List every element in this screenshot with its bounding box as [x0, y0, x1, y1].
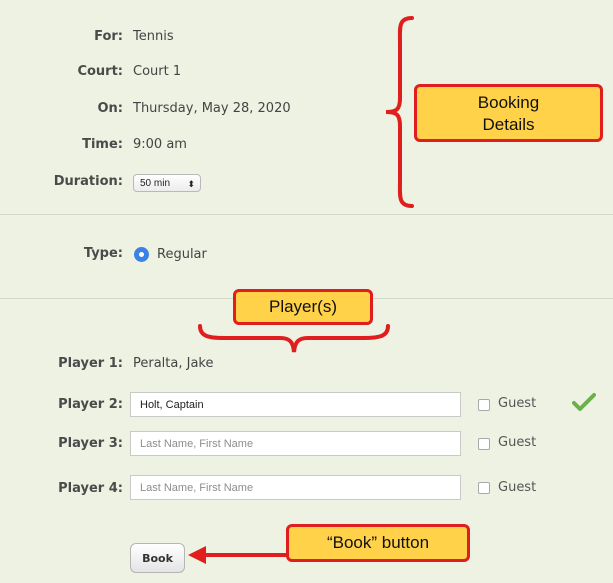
player-3-guest-label: Guest [498, 435, 537, 450]
book-button-callout: “Book” button [286, 524, 470, 562]
player-2-label: Player 2: [58, 397, 123, 412]
player-1-value: Peralta, Jake [133, 356, 214, 371]
player-4-label: Player 4: [58, 481, 123, 496]
players-brace [198, 324, 390, 353]
players-callout-text: Player(s) [268, 297, 337, 316]
booking-details-callout-line1: Booking [477, 93, 540, 112]
duration-select[interactable]: 50 min ⬍ [133, 174, 201, 192]
arrow-left-icon [188, 546, 290, 564]
for-label: For: [94, 29, 123, 44]
duration-label: Duration: [53, 174, 123, 189]
select-arrows-icon: ⬍ [187, 179, 195, 189]
player-3-guest-checkbox[interactable] [478, 438, 490, 450]
player-4-guest-label: Guest [498, 480, 537, 495]
player-2-input[interactable] [130, 392, 461, 417]
player-1-label: Player 1: [58, 356, 123, 371]
section-divider-1 [0, 214, 613, 215]
booking-details-callout-line2: Details [482, 115, 535, 134]
player-2-guest-label: Guest [498, 396, 537, 411]
time-label: Time: [82, 137, 123, 152]
time-value: 9:00 am [133, 137, 187, 152]
type-label: Type: [83, 246, 123, 261]
player-3-input[interactable] [130, 431, 461, 456]
book-button-callout-text: “Book” button [326, 533, 430, 552]
type-regular-label: Regular [157, 247, 207, 262]
player-4-input[interactable] [130, 475, 461, 500]
type-regular-radio[interactable] [134, 247, 149, 262]
booking-details-callout: Booking Details [414, 84, 603, 142]
date-label: On: [97, 101, 123, 116]
book-button[interactable]: Book [130, 543, 185, 573]
for-value: Tennis [133, 29, 174, 44]
player-2-guest-checkbox[interactable] [478, 399, 490, 411]
player-4-guest-checkbox[interactable] [478, 482, 490, 494]
player-3-label: Player 3: [58, 436, 123, 451]
duration-select-value: 50 min [140, 178, 171, 189]
court-label: Court: [77, 64, 123, 79]
court-value: Court 1 [133, 64, 182, 79]
date-value: Thursday, May 28, 2020 [133, 101, 291, 116]
checkmark-icon [572, 393, 596, 411]
